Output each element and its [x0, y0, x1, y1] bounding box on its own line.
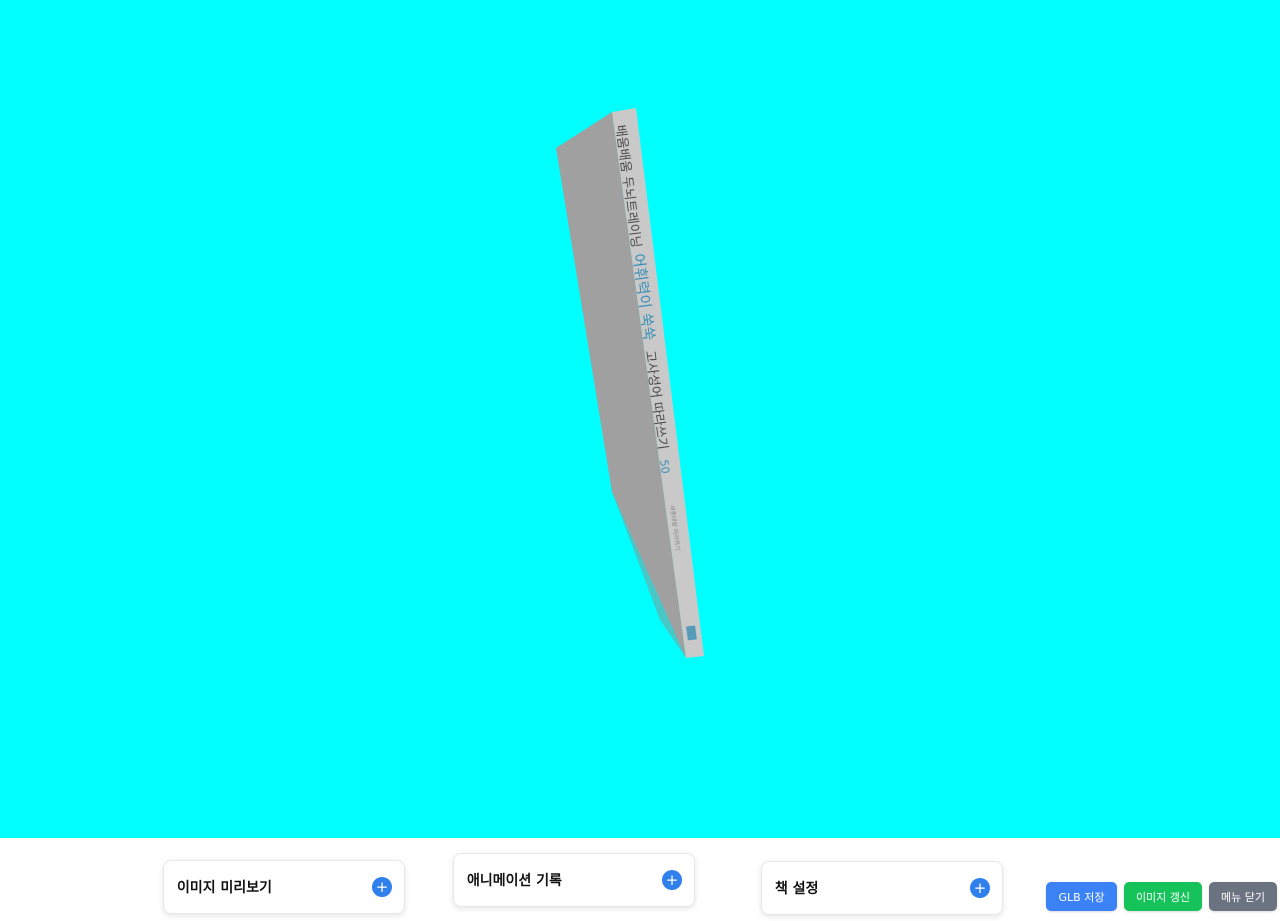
refresh-image-button[interactable]: 이미지 갱신	[1124, 882, 1202, 911]
book-model[interactable]: 배움배움 두뇌트레이닝 어휘력이 쑥쑥 고사성어 따라쓰기 50 세종대왕 따라…	[0, 0, 1280, 838]
animation-record-panel[interactable]: 애니메이션 기록 +	[453, 853, 695, 907]
animation-record-add-button[interactable]: +	[662, 870, 682, 890]
save-glb-button[interactable]: GLB 저장	[1046, 882, 1117, 911]
image-preview-title: 이미지 미리보기	[177, 880, 273, 896]
3d-viewport[interactable]: 배움배움 두뇌트레이닝 어휘력이 쑥쑥 고사성어 따라쓰기 50 세종대왕 따라…	[0, 0, 1280, 838]
publisher-logo-icon	[686, 625, 697, 641]
spine-number: 50	[657, 459, 672, 475]
book-settings-add-button[interactable]: +	[970, 878, 990, 898]
image-preview-panel[interactable]: 이미지 미리보기 +	[163, 860, 405, 914]
close-menu-button[interactable]: 메뉴 닫기	[1209, 882, 1277, 911]
book-settings-title: 책 설정	[775, 881, 819, 897]
animation-record-title: 애니메이션 기록	[467, 873, 563, 889]
book-settings-panel[interactable]: 책 설정 +	[761, 861, 1003, 915]
image-preview-add-button[interactable]: +	[372, 877, 392, 897]
